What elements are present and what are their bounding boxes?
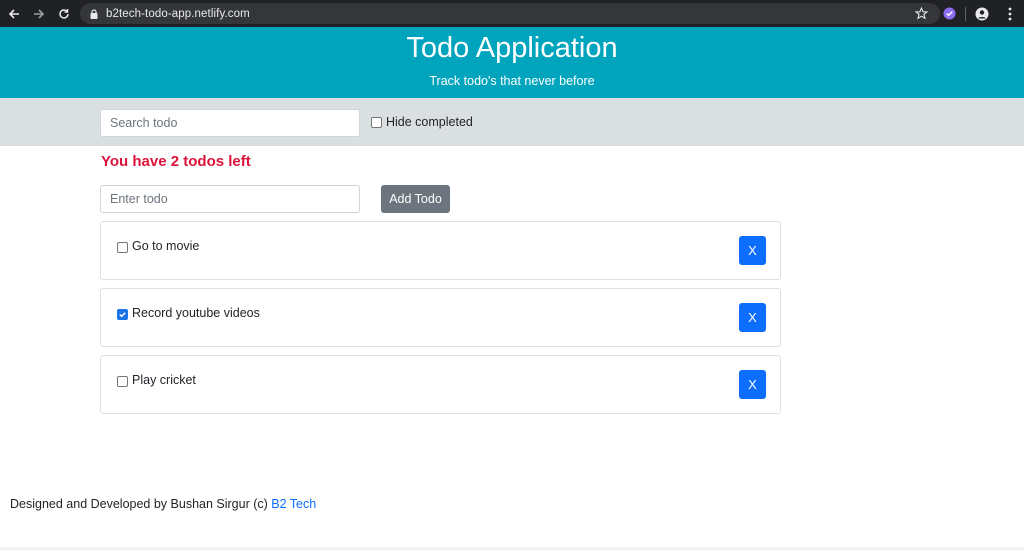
star-icon [914, 7, 928, 20]
back-button[interactable] [3, 3, 25, 25]
hide-completed-label: Hide completed [386, 115, 473, 129]
todo-checkbox[interactable] [117, 242, 128, 253]
todo-checkbox[interactable] [117, 376, 128, 387]
extension-button[interactable] [935, 0, 963, 27]
forward-button[interactable] [28, 3, 50, 25]
search-input[interactable] [100, 109, 360, 137]
todo-item: Play cricket X [100, 355, 781, 414]
address-bar[interactable]: b2tech-todo-app.netlify.com [80, 3, 940, 24]
footer-credit-text: Designed and Developed by Bushan Sirgur … [10, 497, 272, 511]
todo-text: Record youtube videos [132, 306, 260, 320]
todo-text: Play cricket [132, 373, 196, 387]
footer-brand-link[interactable]: B2 Tech [271, 497, 316, 511]
todo-item: Go to movie X [100, 221, 781, 280]
menu-icon [1008, 7, 1012, 20]
delete-todo-button[interactable]: X [739, 370, 766, 399]
toolbar-divider [965, 6, 966, 21]
url-text: b2tech-todo-app.netlify.com [106, 7, 250, 20]
todo-list: Go to movie X Record youtube videos X Pl… [100, 221, 781, 422]
reload-icon [59, 8, 69, 19]
todos-remaining-text: You have 2 todos left [101, 153, 251, 170]
add-todo-button[interactable]: Add Todo [381, 185, 450, 213]
browser-toolbar: b2tech-todo-app.netlify.com [0, 0, 1024, 27]
account-button[interactable] [968, 0, 996, 27]
bookmark-button[interactable] [907, 0, 935, 27]
todo-item: Record youtube videos X [100, 288, 781, 347]
forward-icon [34, 8, 45, 19]
new-todo-input[interactable] [100, 185, 360, 213]
footer: Designed and Developed by Bushan Sirgur … [10, 497, 316, 511]
reload-button[interactable] [53, 3, 75, 25]
page-title: Todo Application [406, 32, 618, 64]
lock-icon [90, 8, 98, 19]
todo-checkbox[interactable] [117, 309, 128, 320]
page-subtitle: Track todo's that never before [429, 74, 595, 88]
delete-todo-button[interactable]: X [739, 303, 766, 332]
hide-completed-toggle[interactable]: Hide completed [371, 115, 473, 129]
page-bottom-edge [0, 546, 1024, 550]
filter-bar: Hide completed [0, 98, 1024, 146]
app-header: Todo Application Track todo's that never… [0, 27, 1024, 98]
back-icon [8, 8, 19, 19]
hide-completed-checkbox[interactable] [371, 116, 382, 128]
extension-icon [942, 7, 956, 20]
delete-todo-button[interactable]: X [739, 236, 766, 265]
account-icon [975, 7, 989, 20]
todo-text: Go to movie [132, 239, 200, 253]
browser-menu-button[interactable] [996, 0, 1024, 27]
